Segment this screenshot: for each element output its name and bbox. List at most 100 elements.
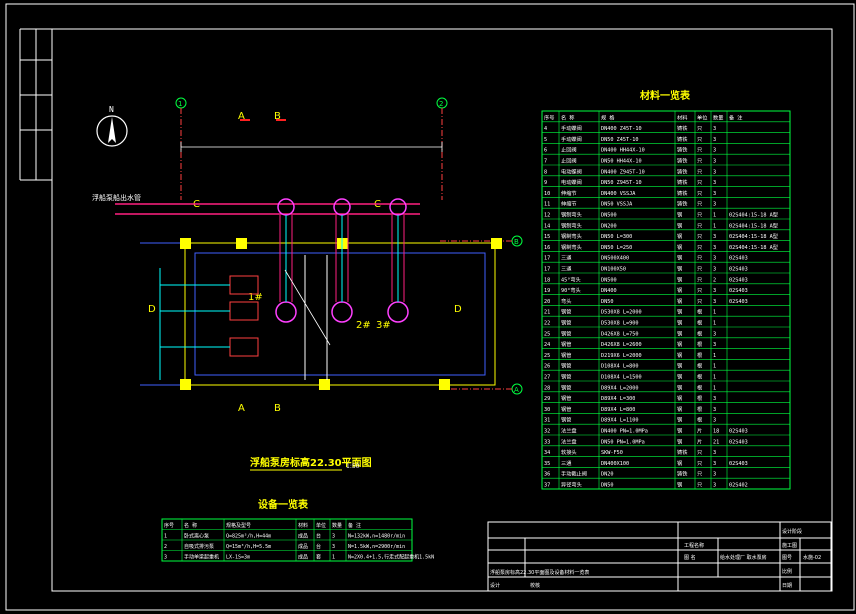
- table-cell: 止回阀: [561, 157, 577, 165]
- table-cell: 三通: [561, 254, 572, 262]
- table-cell: 02S404:15-18 A型: [729, 221, 778, 229]
- table-cell: 钢管: [561, 362, 571, 370]
- equipment-title: 设备一览表: [258, 498, 309, 511]
- table-cell: 21: [713, 439, 719, 445]
- table-cell: D89X4 L=800: [601, 407, 635, 413]
- table-cell: 只: [697, 266, 702, 273]
- table-cell: 45°弯头: [561, 275, 581, 283]
- table-cell: 弯头: [561, 297, 571, 305]
- table-cell: 25: [544, 353, 550, 359]
- table-cell: DN20: [601, 472, 614, 478]
- table-cell: 根: [697, 362, 702, 370]
- axis-label-b: B: [514, 238, 519, 246]
- table-cell: 只: [697, 222, 702, 229]
- table-cell: 2: [713, 277, 716, 283]
- table-cell: N=2X0.4+1.5,行走式配起重机1.5kN: [348, 554, 434, 561]
- table-cell: 24: [544, 342, 550, 348]
- table-cell: D89X4 L=2000: [601, 385, 638, 391]
- table-cell: D426X8 L=2600: [601, 342, 642, 348]
- table-cell: D426X8 L=750: [601, 331, 638, 337]
- table-cell: 三通: [561, 265, 572, 273]
- table-cell: 钢管: [561, 383, 571, 391]
- table-cell: 4: [544, 126, 547, 132]
- table-cell: 只: [697, 471, 702, 478]
- table-cell: 套: [316, 554, 321, 561]
- table-cell: 3: [164, 555, 167, 561]
- table-cell: 手动蝶阀: [561, 124, 582, 132]
- table-cell: 3: [713, 288, 716, 294]
- table-cell: DN50 VSSJA: [601, 202, 633, 208]
- table-cell: 3: [332, 534, 335, 540]
- table-cell: 3: [713, 461, 716, 467]
- table-cell: DN50 Z945T-10: [601, 180, 642, 186]
- table-cell: 3: [713, 191, 716, 197]
- table-cell: N=1.5kW,n=2900r/min: [348, 544, 405, 550]
- table-cell: DN500: [601, 277, 617, 283]
- table-cell: DN50 L=250: [601, 245, 632, 251]
- table-cell: 钢: [677, 243, 682, 251]
- table-cell: DN50 L=300: [601, 234, 632, 240]
- pipe-note: 浮船泵船出水管: [92, 193, 141, 202]
- table-cell: 台: [316, 543, 321, 550]
- table-cell: 钢: [677, 275, 682, 283]
- checker-label: 校核: [530, 582, 540, 589]
- sewage-pumps: [159, 268, 259, 380]
- scale-label: 比例: [782, 568, 792, 575]
- table-cell: 钢: [677, 373, 682, 381]
- table-cell: 台: [316, 533, 321, 540]
- table-header-cell: 名 称: [184, 522, 197, 529]
- table-cell: 钢制弯头: [561, 243, 582, 251]
- table-cell: 手动截止阀: [561, 470, 587, 478]
- table-cell: Q=15m³/h,H=5.5m: [226, 544, 271, 550]
- table-cell: 根: [697, 351, 702, 359]
- table-cell: 17: [544, 267, 550, 273]
- table-cell: 法兰盘: [561, 427, 577, 435]
- table-cell: 1: [713, 310, 716, 316]
- table-cell: 只: [697, 168, 702, 175]
- table-cell: 只: [697, 460, 702, 467]
- table-cell: D108X4 L=1500: [601, 375, 642, 381]
- table-header-cell: 序号: [164, 522, 174, 529]
- table-cell: 1: [713, 353, 716, 359]
- table-cell: 02S404:15-18 A型: [729, 211, 778, 219]
- table-cell: 6: [544, 148, 547, 154]
- table-cell: 34: [544, 450, 550, 456]
- north-label: N: [109, 105, 114, 114]
- table-cell: 1: [713, 213, 716, 219]
- table-cell: 铸铁: [677, 200, 687, 208]
- table-cell: 只: [697, 125, 702, 132]
- table-cell: 钢: [677, 427, 682, 435]
- plan-title: 浮船泵房标高22.30平面图 1:50: [250, 456, 372, 471]
- table-cell: 铸铁: [677, 124, 687, 132]
- table-cell: 只: [697, 147, 702, 154]
- table-cell: 02S403: [729, 429, 748, 435]
- table-cell: 37: [544, 483, 550, 489]
- table-cell: 卧式离心泵: [184, 533, 209, 540]
- table-cell: 钢: [677, 254, 682, 262]
- table-cell: N=132kW,n=1480r/min: [348, 534, 405, 540]
- pump-3: 3#: [376, 198, 409, 331]
- table-header-cell: 数量: [332, 522, 342, 529]
- table-cell: 02S404:15-18 A型: [729, 243, 778, 251]
- table-cell: 3: [713, 450, 716, 456]
- table-cell: DN50 HH44X-10: [601, 159, 642, 165]
- axis-markers: 1 2 B A A B A B C C D D: [148, 97, 523, 414]
- table-cell: 钢: [677, 437, 682, 445]
- table-cell: 20: [544, 299, 550, 305]
- table-cell: 21: [544, 310, 550, 316]
- table-cell: 片: [697, 437, 702, 445]
- table-cell: 钢管: [561, 405, 571, 413]
- table-cell: 钢: [677, 308, 682, 316]
- table-cell: 钢: [677, 329, 682, 337]
- table-cell: 1: [713, 223, 716, 229]
- pump-2: 2#: [331, 198, 371, 331]
- table-cell: 3: [332, 544, 335, 550]
- table-cell: 钢管: [561, 329, 571, 337]
- table-cell: 钢: [677, 286, 682, 294]
- table-cell: 27: [544, 375, 550, 381]
- table-cell: 36: [544, 472, 550, 478]
- table-cell: 10: [544, 191, 550, 197]
- table-cell: 钢: [677, 297, 682, 305]
- table-cell: 铸铁: [677, 146, 687, 154]
- section-d-left: D: [148, 304, 156, 315]
